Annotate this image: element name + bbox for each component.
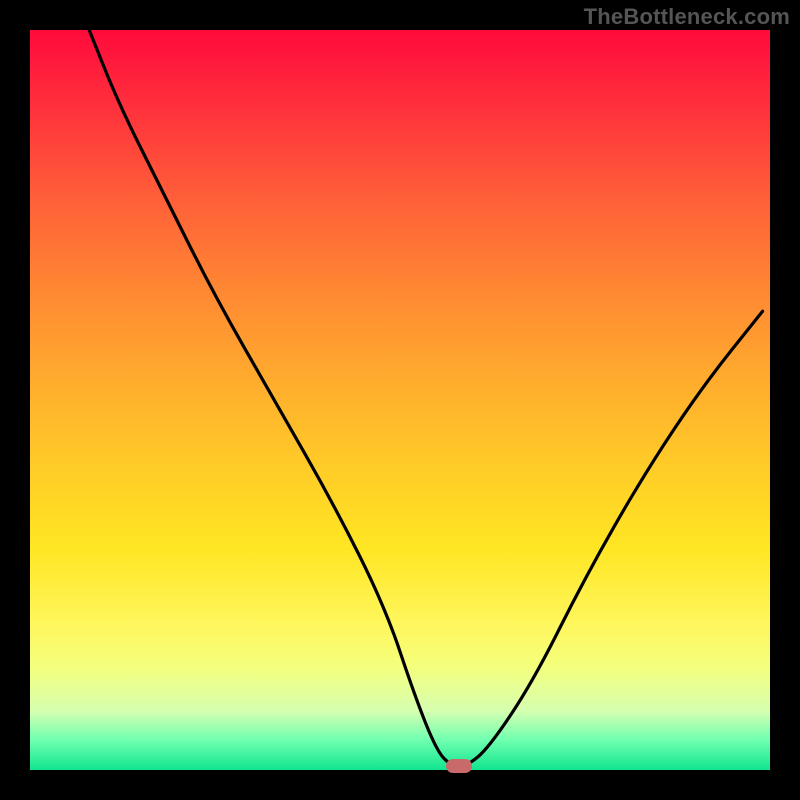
plot-area [30,30,770,770]
watermark-text: TheBottleneck.com [584,4,790,30]
curve-path [89,30,762,766]
chart-frame: TheBottleneck.com [0,0,800,800]
optimal-marker [446,759,472,773]
bottleneck-curve [30,30,770,770]
